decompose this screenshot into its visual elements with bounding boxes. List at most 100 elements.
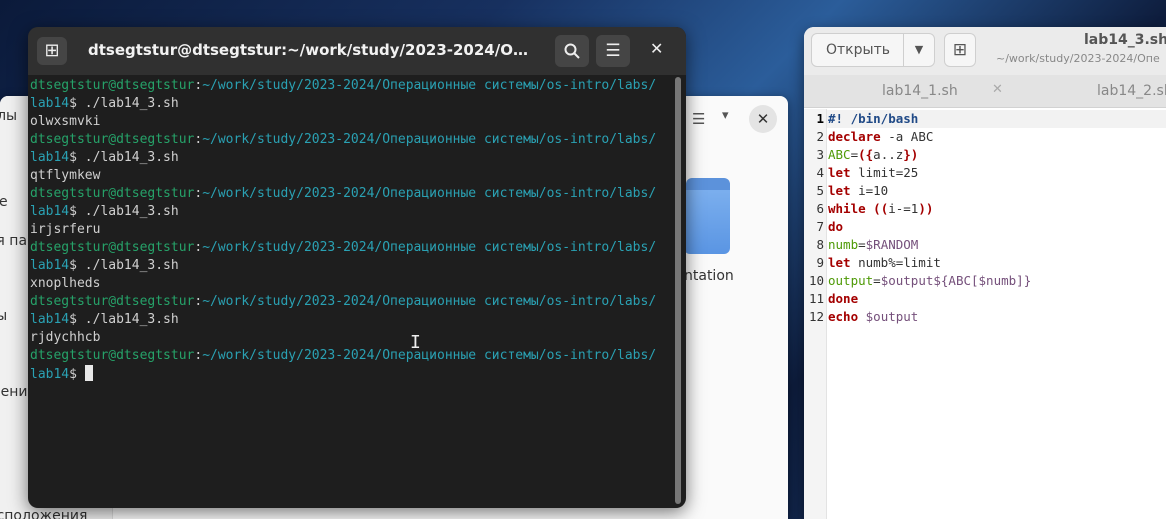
prompt-path: ~/work/study/2023-2024/Операционные сист… bbox=[202, 348, 657, 363]
sidebar-item[interactable]: йлы bbox=[0, 108, 17, 124]
code-line[interactable]: #! /bin/bash bbox=[828, 110, 918, 128]
code-line[interactable]: let numb%=limit bbox=[828, 254, 941, 272]
chevron-down-icon[interactable]: ▾ bbox=[722, 108, 729, 123]
prompt-path: lab14 bbox=[30, 96, 70, 111]
terminal-output-line: qtflymkew bbox=[30, 168, 101, 183]
prompt-path: ~/work/study/2023-2024/Операционные сист… bbox=[202, 240, 657, 255]
sidebar-item[interactable]: яя па bbox=[0, 233, 27, 249]
line-number: 5 bbox=[816, 183, 824, 198]
prompt-user: dtsegtstur@dtsegtstur bbox=[30, 240, 195, 255]
tab-lab14-2[interactable]: lab14_2.sh bbox=[1097, 83, 1166, 99]
prompt-command-line: lab14$ ./lab14_3.sh bbox=[30, 149, 672, 167]
prompt-path: lab14 bbox=[30, 258, 70, 273]
prompt-path: ~/work/study/2023-2024/Операционные сист… bbox=[202, 78, 657, 93]
terminal-output-line: rjdychhcb bbox=[30, 330, 101, 345]
terminal-window: ⊞ dtsegtstur@dtsegtstur:~/work/study/202… bbox=[28, 27, 686, 508]
prompt-user: dtsegtstur@dtsegtstur bbox=[30, 186, 195, 201]
prompt-user: dtsegtstur@dtsegtstur bbox=[30, 294, 195, 309]
prompt-line: dtsegtstur@dtsegtstur:~/work/study/2023-… bbox=[30, 347, 672, 365]
close-button[interactable]: ✕ bbox=[749, 105, 777, 133]
command-text: $ ./lab14_3.sh bbox=[69, 204, 179, 219]
line-number: 11 bbox=[808, 291, 824, 306]
close-icon: ✕ bbox=[756, 110, 770, 128]
code-line[interactable]: echo $output bbox=[828, 308, 918, 326]
sidebar-item[interactable]: ые bbox=[0, 194, 8, 210]
line-number: 9 bbox=[816, 255, 824, 270]
search-icon bbox=[564, 43, 580, 59]
prompt-line: dtsegtstur@dtsegtstur:~/work/study/2023-… bbox=[30, 239, 672, 257]
tab-bar: lab14_1.sh ✕ lab14_2.sh bbox=[804, 75, 1166, 108]
tab-lab14-1[interactable]: lab14_1.sh bbox=[882, 83, 958, 99]
scrollbar[interactable] bbox=[675, 77, 681, 504]
code-line[interactable]: do bbox=[828, 218, 843, 236]
hamburger-icon: ☰ bbox=[605, 41, 621, 61]
prompt-path: ~/work/study/2023-2024/Операционные сист… bbox=[202, 294, 657, 309]
new-document-button[interactable]: ⊞ bbox=[944, 33, 976, 67]
plus-icon: ⊞ bbox=[44, 40, 60, 61]
prompt-path: lab14 bbox=[30, 204, 70, 219]
line-number: 1 bbox=[816, 111, 824, 126]
code-line[interactable]: declare -a ABC bbox=[828, 128, 933, 146]
line-number: 7 bbox=[816, 219, 824, 234]
prompt-path: lab14 bbox=[30, 150, 70, 165]
terminal-output-line: olwxsmvki bbox=[30, 114, 101, 129]
close-icon: ✕ bbox=[650, 39, 664, 58]
prompt-command-line: lab14$ bbox=[30, 365, 672, 384]
code-line[interactable]: done bbox=[828, 290, 858, 308]
command-text: $ bbox=[69, 367, 85, 382]
terminal-output-line: xnoplheds bbox=[30, 276, 101, 291]
prompt-path: lab14 bbox=[30, 367, 70, 382]
editor-headerbar: Открыть ▼ ⊞ lab14_3.sh ~/work/study/2023… bbox=[804, 27, 1166, 75]
new-tab-button[interactable]: ⊞ bbox=[37, 37, 67, 65]
terminal-cursor bbox=[84, 365, 93, 381]
code-line[interactable]: while ((i-=1)) bbox=[828, 200, 933, 218]
open-dropdown-button[interactable]: ▼ bbox=[903, 33, 935, 67]
prompt-user: dtsegtstur@dtsegtstur bbox=[30, 348, 195, 363]
code-line[interactable]: numb=$RANDOM bbox=[828, 236, 918, 254]
prompt-line: dtsegtstur@dtsegtstur:~/work/study/2023-… bbox=[30, 131, 672, 149]
code-line[interactable]: ABC=({a..z}) bbox=[828, 146, 918, 164]
document-path: ~/work/study/2023-2024/Опе bbox=[996, 52, 1160, 65]
prompt-command-line: lab14$ ./lab14_3.sh bbox=[30, 203, 672, 221]
menu-button[interactable]: ☰ bbox=[596, 35, 630, 67]
search-button[interactable] bbox=[555, 35, 589, 67]
sidebar-item[interactable]: ты bbox=[0, 308, 7, 324]
prompt-line: dtsegtstur@dtsegtstur:~/work/study/2023-… bbox=[30, 77, 672, 95]
new-tab-icon: ⊞ bbox=[952, 40, 968, 60]
folder-icon[interactable] bbox=[684, 178, 730, 254]
line-number: 10 bbox=[808, 273, 824, 288]
text-editor-window: Открыть ▼ ⊞ lab14_3.sh ~/work/study/2023… bbox=[804, 27, 1166, 519]
chevron-down-icon: ▼ bbox=[914, 43, 924, 56]
command-text: $ ./lab14_3.sh bbox=[69, 96, 179, 111]
line-number: 8 bbox=[816, 237, 824, 252]
prompt-line: dtsegtstur@dtsegtstur:~/work/study/2023-… bbox=[30, 185, 672, 203]
tab-close-icon[interactable]: ✕ bbox=[992, 82, 1003, 97]
prompt-command-line: lab14$ ./lab14_3.sh bbox=[30, 257, 672, 275]
window-title: dtsegtstur@dtsegtstur:~/work/study/2023-… bbox=[88, 41, 538, 59]
list-view-icon[interactable]: ☰ bbox=[692, 110, 705, 128]
sidebar-item[interactable]: жени bbox=[0, 384, 27, 400]
folder-label[interactable]: ntation bbox=[684, 268, 734, 284]
prompt-line: dtsegtstur@dtsegtstur:~/work/study/2023-… bbox=[30, 293, 672, 311]
open-button[interactable]: Открыть bbox=[811, 33, 905, 67]
command-text: $ ./lab14_3.sh bbox=[69, 312, 179, 327]
terminal-headerbar: ⊞ dtsegtstur@dtsegtstur:~/work/study/202… bbox=[28, 27, 686, 75]
prompt-command-line: lab14$ ./lab14_3.sh bbox=[30, 95, 672, 113]
line-number: 3 bbox=[816, 147, 824, 162]
command-text: $ ./lab14_3.sh bbox=[69, 258, 179, 273]
terminal-output[interactable]: dtsegtstur@dtsegtstur:~/work/study/2023-… bbox=[30, 77, 672, 505]
close-button[interactable]: ✕ bbox=[650, 39, 663, 58]
terminal-output-line: irjsrferu bbox=[30, 222, 101, 237]
prompt-path: ~/work/study/2023-2024/Операционные сист… bbox=[202, 186, 657, 201]
code-line[interactable]: let i=10 bbox=[828, 182, 888, 200]
code-line[interactable]: output=$output${ABC[$numb]} bbox=[828, 272, 1031, 290]
prompt-user: dtsegtstur@dtsegtstur bbox=[30, 132, 195, 147]
prompt-path: lab14 bbox=[30, 312, 70, 327]
prompt-path: ~/work/study/2023-2024/Операционные сист… bbox=[202, 132, 657, 147]
command-text: $ ./lab14_3.sh bbox=[69, 150, 179, 165]
prompt-command-line: lab14$ ./lab14_3.sh bbox=[30, 311, 672, 329]
sidebar-item[interactable]: асположения bbox=[0, 508, 87, 519]
prompt-user: dtsegtstur@dtsegtstur bbox=[30, 78, 195, 93]
document-title: lab14_3.sh bbox=[1084, 32, 1166, 48]
code-line[interactable]: let limit=25 bbox=[828, 164, 918, 182]
